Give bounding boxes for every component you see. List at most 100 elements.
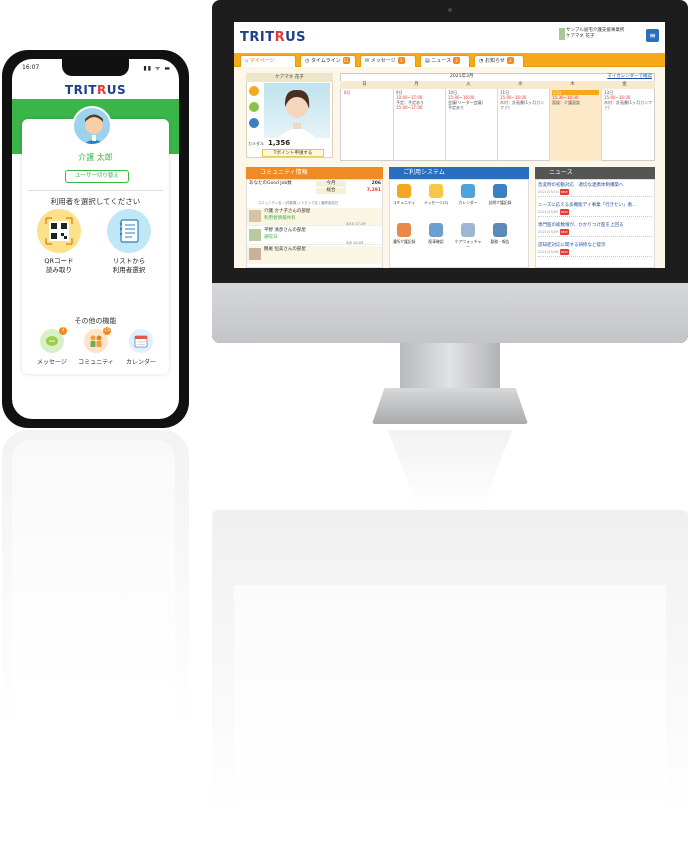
divider xyxy=(28,190,163,191)
profile-photo xyxy=(264,83,330,138)
list-select-label: リストから 利用者選択 xyxy=(112,257,146,274)
monitor-chin xyxy=(212,283,688,343)
message-app-icon[interactable] xyxy=(429,184,443,198)
profile-name: ケアマネ 花子 xyxy=(246,73,333,82)
system-item-label: 配車確認 xyxy=(428,239,444,244)
community-thumb xyxy=(249,248,261,260)
day-thu: 木 xyxy=(550,81,595,89)
site-logo[interactable]: TRITRUS xyxy=(240,30,306,45)
day-mon: 月 xyxy=(414,82,419,87)
total-label: 総合 xyxy=(316,188,346,194)
community-item-name: 平野 清彦さんの部屋 xyxy=(264,228,306,233)
avatar xyxy=(72,106,112,146)
good-job-label: あなたのGood Job数 xyxy=(249,181,292,186)
calendar-icon xyxy=(134,335,148,348)
stand-reflection xyxy=(387,430,513,510)
monitor-stand-neck xyxy=(400,343,500,391)
community-item-name: 鶴尾 恒美さんの部屋 xyxy=(264,247,306,252)
message-label: メッセージ xyxy=(37,359,67,366)
news-item[interactable]: 認知症対応に関する研修など提示 2021/03/08 NEW xyxy=(538,243,652,257)
tab-timeline[interactable]: ◷ タイムライン 11 xyxy=(300,55,356,67)
calendar-cell[interactable]: 9日 10:00~17:00 予定：予定あり 15:00~17:00 xyxy=(394,89,446,161)
edit-icon[interactable] xyxy=(249,86,259,96)
day-sun: 日 xyxy=(362,82,367,87)
qr-scan-button[interactable] xyxy=(37,209,81,253)
qr-scan-label: QRコード 読み取り xyxy=(44,257,74,274)
community-thumb xyxy=(249,210,261,222)
desktop-screen: TRITRUS サンプル居宅介護支援事業所 ケアマネ 花子 ≡ ⌂ マイページ ◷… xyxy=(234,22,665,268)
system-item-label: メッセージ(3) xyxy=(423,200,449,205)
community-label: コミュニティ xyxy=(78,359,114,366)
monitor-reflection-screen xyxy=(234,585,666,825)
month-label: 今月 xyxy=(316,181,346,187)
community-badge: 15 xyxy=(103,327,111,335)
system-item-label: ケアウォッチャー xyxy=(454,239,482,249)
user-thumbnail xyxy=(559,28,565,40)
tab-mypage[interactable]: ⌂ マイページ xyxy=(240,55,296,67)
status-time: 16:07 xyxy=(22,64,40,71)
community-filter[interactable]: コミュニティ名 / (件数順) / トピック名 / 最終返信日 xyxy=(258,200,383,206)
care-watcher-app-icon[interactable] xyxy=(461,223,475,237)
phone-reflection-screen xyxy=(12,440,175,780)
user-name: 介護 太郎 xyxy=(78,153,113,162)
community-item-sub: 通院日 xyxy=(264,235,278,240)
system-item-label: 訪問介護記録 xyxy=(488,200,512,205)
vehicle-app-icon[interactable] xyxy=(429,223,443,237)
status-icons: ▮▮ ᯤ ▬ xyxy=(143,65,171,72)
system-header: ご利用システム xyxy=(389,167,529,179)
day-wed: 水 xyxy=(518,82,523,87)
month-value: 206 xyxy=(371,181,381,186)
calendar-cell[interactable]: 11日 15:00~16:00 木村：計画書(1ヶ月カンファ) xyxy=(498,89,550,161)
system-item-label: コミュニティ xyxy=(392,200,416,205)
news-header: ニュース xyxy=(535,167,655,179)
select-user-title: 利用者を選択してください xyxy=(50,197,141,206)
community-item-sub: 利用者情報共有 xyxy=(264,216,296,221)
calendar-cell[interactable]: 10日 15:00~16:00 会議(リーダー会議) 予定あり xyxy=(446,89,498,161)
calendar-button[interactable] xyxy=(129,329,153,353)
calendar-app-icon[interactable] xyxy=(461,184,475,198)
phone-notch xyxy=(62,59,129,76)
user-info: サンプル居宅介護支援事業所 ケアマネ 花子 xyxy=(566,28,625,39)
news-item[interactable]: ニーズに応える多機能デイ事業「行きたい」看… 2021/03/09 NEW xyxy=(538,203,652,217)
message-badge: 3 xyxy=(59,327,67,335)
day-tue: 火 xyxy=(466,82,471,87)
points-display: カメダル 1,356 xyxy=(248,139,291,147)
community-thumb xyxy=(249,229,261,241)
calendar-month: 2021年3月 xyxy=(450,74,474,79)
lock-icon[interactable] xyxy=(249,118,259,128)
news-item[interactable]: 専門医の総数増が、かかりつけ医を上回る 2021/03/09 NEW xyxy=(538,223,652,237)
news-item[interactable]: 急変時の初動対応 適切な連携体制構築へ 2021/03/10 NEW xyxy=(538,183,652,197)
community-header: コミュニティ情報 xyxy=(246,167,383,179)
visit-care-app-icon[interactable] xyxy=(493,184,507,198)
system-item-label: 通所介護記録 xyxy=(392,239,416,244)
switch-user-button[interactable]: ユーザー切り替え xyxy=(65,170,129,183)
calendar-cell[interactable]: 13日 15:00~16:00 木村：計画書(1ヶ月カンファ) xyxy=(602,89,654,161)
tab-notice[interactable]: ◔ お知らせ 2 xyxy=(474,55,524,67)
list-icon xyxy=(119,219,139,243)
pen-icon[interactable] xyxy=(249,102,259,112)
hamburger-menu-icon[interactable]: ≡ xyxy=(646,29,659,42)
my-calendar-link[interactable]: マイカレンダーで確認 xyxy=(607,73,652,81)
day-care-app-icon[interactable] xyxy=(397,223,411,237)
tab-news[interactable]: ▤ ニュース 2 xyxy=(420,55,470,67)
calendar-cell[interactable]: 8日 xyxy=(342,89,394,161)
system-item-label: 勤務・報告 xyxy=(490,239,510,244)
system-item-label: カレンダー xyxy=(458,200,478,205)
monitor-stand-foot xyxy=(372,388,528,424)
smartphone: 16:07 ▮▮ ᯤ ▬ TRITRUS 介護 太郎 ユーザー切り替え 利用者を… xyxy=(2,50,189,428)
list-select-button[interactable] xyxy=(107,209,151,253)
total-value: 7,291 xyxy=(366,188,381,193)
points-apply-button[interactable]: Tポイント申請する xyxy=(262,149,324,157)
other-functions-title: その他の機能 xyxy=(74,317,117,325)
qr-code-icon xyxy=(45,217,73,245)
calendar-cell-today[interactable]: 12日 15:30~16:30 面談：介護面談 xyxy=(550,89,602,161)
webcam xyxy=(448,8,452,12)
app-logo: TRITRUS xyxy=(64,83,127,97)
work-report-app-icon[interactable] xyxy=(493,223,507,237)
community-app-icon[interactable] xyxy=(397,184,411,198)
calendar-header: 2021年3月 マイカレンダーで確認 xyxy=(340,73,655,81)
phone-screen: 16:07 ▮▮ ᯤ ▬ TRITRUS 介護 太郎 ユーザー切り替え 利用者を… xyxy=(12,59,179,419)
community-item-name: 介護 カナ子さんの部屋 xyxy=(264,209,311,214)
tab-message[interactable]: ✉ メッセージ 3 xyxy=(360,55,416,67)
calendar-label: カレンダー xyxy=(125,359,156,366)
